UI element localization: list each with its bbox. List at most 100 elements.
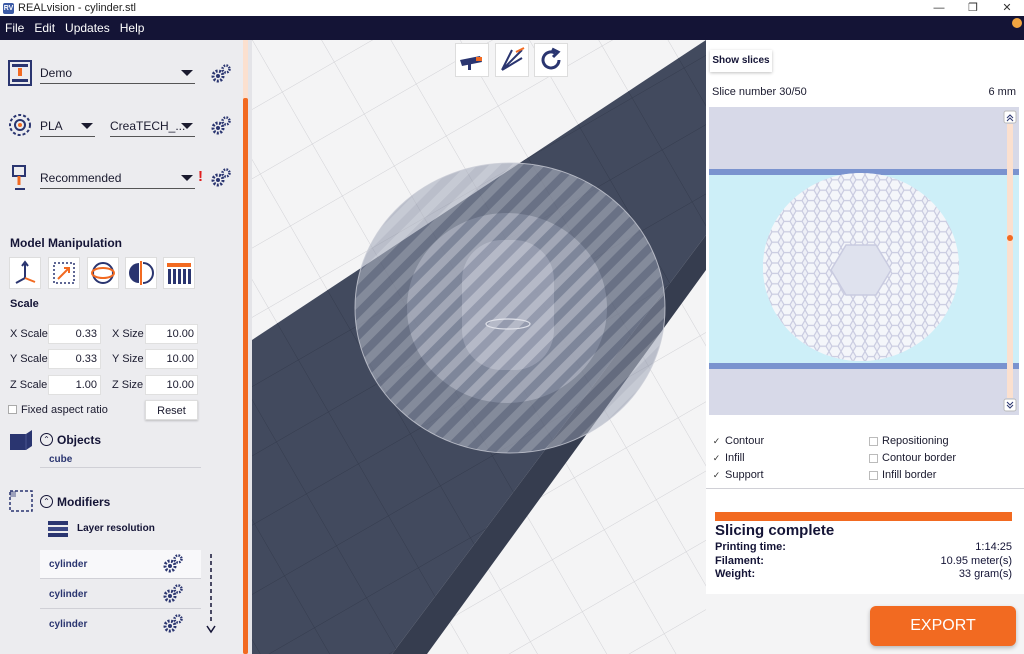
slice-preview-canvas[interactable] — [709, 107, 1019, 415]
y-size-input[interactable]: 10.00 — [145, 349, 198, 369]
close-icon[interactable]: ✕ — [990, 0, 1024, 16]
z-scale-input[interactable]: 1.00 — [48, 375, 101, 395]
export-button[interactable]: EXPORT — [870, 606, 1016, 646]
modifier-settings-gear-icon[interactable] — [162, 613, 184, 635]
z-size-input[interactable]: 10.00 — [145, 375, 198, 395]
scale-icon — [53, 262, 75, 284]
slice-number-label: Slice number 30/50 — [712, 86, 807, 98]
x-scale-label: X Scale — [10, 328, 48, 340]
printer-dropdown[interactable]: Demo — [40, 62, 195, 84]
minimize-icon[interactable]: — — [922, 0, 956, 16]
print-settings-gear-icon[interactable] — [210, 167, 232, 189]
x-size-label: X Size — [112, 328, 144, 340]
modifier-row[interactable]: cylinder — [40, 610, 201, 638]
legend-contour-label: Contour — [725, 435, 765, 447]
check-icon: ✓ — [712, 452, 721, 463]
perspective-icon — [501, 47, 525, 71]
chevron-down-icon — [181, 70, 193, 76]
y-scale-input[interactable]: 0.33 — [48, 349, 101, 369]
y-size-label: Y Size — [112, 353, 144, 365]
mirror-icon — [129, 261, 154, 285]
check-icon: ✓ — [712, 469, 721, 480]
z-scale-label: Z Scale — [10, 379, 48, 391]
print-settings-selected: Recommended — [40, 170, 122, 185]
camera-view-button[interactable] — [455, 43, 489, 77]
checkbox-empty-icon — [869, 453, 878, 463]
legend-repositioning[interactable]: Repositioning — [869, 435, 949, 447]
menu-bar: File Edit Updates Help — [0, 16, 1024, 40]
reset-button[interactable]: Reset — [145, 400, 198, 420]
scale-tool-button[interactable] — [48, 257, 80, 289]
show-slices-button[interactable]: Show slices — [710, 50, 772, 72]
modifier-box-icon — [9, 490, 33, 512]
modifier-settings-gear-icon[interactable] — [162, 583, 184, 605]
menu-help[interactable]: Help — [115, 21, 150, 35]
modifier-settings-gear-icon[interactable] — [162, 553, 184, 575]
update-notification-icon[interactable] — [1012, 18, 1022, 28]
printer-icon — [8, 60, 32, 86]
printing-time-label: Printing time: — [715, 541, 786, 553]
material-type-dropdown[interactable]: PLA — [40, 115, 95, 137]
legend-infill-border[interactable]: Infill border — [869, 469, 936, 481]
chevron-down-icon — [181, 123, 193, 129]
objects-title: Objects — [57, 433, 102, 447]
material-settings-gear-icon[interactable] — [210, 115, 232, 137]
refresh-icon — [541, 47, 561, 70]
chevron-down-icon — [181, 175, 193, 181]
z-size-label: Z Size — [112, 379, 144, 391]
material-type-selected: PLA — [40, 118, 63, 133]
legend-contour-border-label: Contour border — [882, 452, 956, 464]
legend-contour-border[interactable]: Contour border — [869, 452, 956, 464]
objects-collapse-icon[interactable]: ⌃ — [40, 433, 53, 446]
warning-icon: ! — [198, 168, 203, 185]
layer-resolution-label[interactable]: Layer resolution — [77, 523, 155, 534]
modifiers-title: Modifiers — [57, 495, 111, 509]
menu-updates[interactable]: Updates — [60, 21, 115, 35]
print-settings-dropdown[interactable]: Recommended — [40, 167, 195, 189]
layout-tool-button[interactable] — [163, 257, 195, 289]
legend-infill-label: Infill — [725, 452, 745, 464]
legend-repositioning-label: Repositioning — [882, 435, 949, 447]
x-scale-input[interactable]: 0.33 — [48, 324, 101, 344]
build-plate-scene — [252, 40, 706, 654]
3d-viewport[interactable] — [252, 40, 706, 654]
mirror-tool-button[interactable] — [125, 257, 157, 289]
legend-support[interactable]: ✓ Support — [712, 469, 764, 481]
modifiers-collapse-icon[interactable]: ⌃ — [40, 495, 53, 508]
camera-icon — [460, 56, 482, 70]
modifier-row[interactable]: cylinder — [40, 580, 201, 608]
printer-settings-gear-icon[interactable] — [210, 63, 232, 85]
slice-slider[interactable] — [1003, 110, 1017, 412]
print-quality-icon — [12, 165, 26, 190]
rotate-tool-button[interactable] — [87, 257, 119, 289]
cube-object-icon — [10, 430, 32, 450]
perspective-view-button[interactable] — [495, 43, 529, 77]
title-bar: RV REALvision - cylinder.stl — ❐ ✕ — [0, 0, 1024, 16]
y-scale-label: Y Scale — [10, 353, 48, 365]
modifier-item-label: cylinder — [49, 589, 88, 600]
weight-label: Weight: — [715, 568, 756, 580]
reorder-arrow-icon[interactable] — [205, 552, 217, 636]
move-tool-button[interactable] — [9, 257, 41, 289]
material-profile-selected: CreaTECH_... — [110, 118, 186, 133]
modifier-row[interactable]: cylinder — [40, 550, 201, 578]
fixed-aspect-checkbox[interactable] — [8, 405, 17, 414]
modifier-item-label: cylinder — [49, 619, 88, 630]
legend-contour[interactable]: ✓ Contour — [712, 435, 764, 447]
legend-infill[interactable]: ✓ Infill — [712, 452, 745, 464]
legend-infill-border-label: Infill border — [882, 469, 937, 481]
checkbox-empty-icon — [869, 470, 878, 480]
scale-title: Scale — [10, 298, 39, 310]
filament-value: 10.95 meter(s) — [940, 555, 1012, 567]
filament-label: Filament: — [715, 555, 764, 567]
reset-view-button[interactable] — [534, 43, 568, 77]
chevron-down-icon — [81, 123, 93, 129]
app-icon: RV — [3, 2, 14, 14]
check-icon: ✓ — [712, 435, 721, 446]
menu-edit[interactable]: Edit — [29, 21, 60, 35]
menu-file[interactable]: File — [0, 21, 29, 35]
object-item-cube[interactable]: cube — [49, 454, 72, 465]
material-profile-dropdown[interactable]: CreaTECH_... — [110, 115, 195, 137]
x-size-input[interactable]: 10.00 — [145, 324, 198, 344]
maximize-icon[interactable]: ❐ — [956, 0, 990, 16]
